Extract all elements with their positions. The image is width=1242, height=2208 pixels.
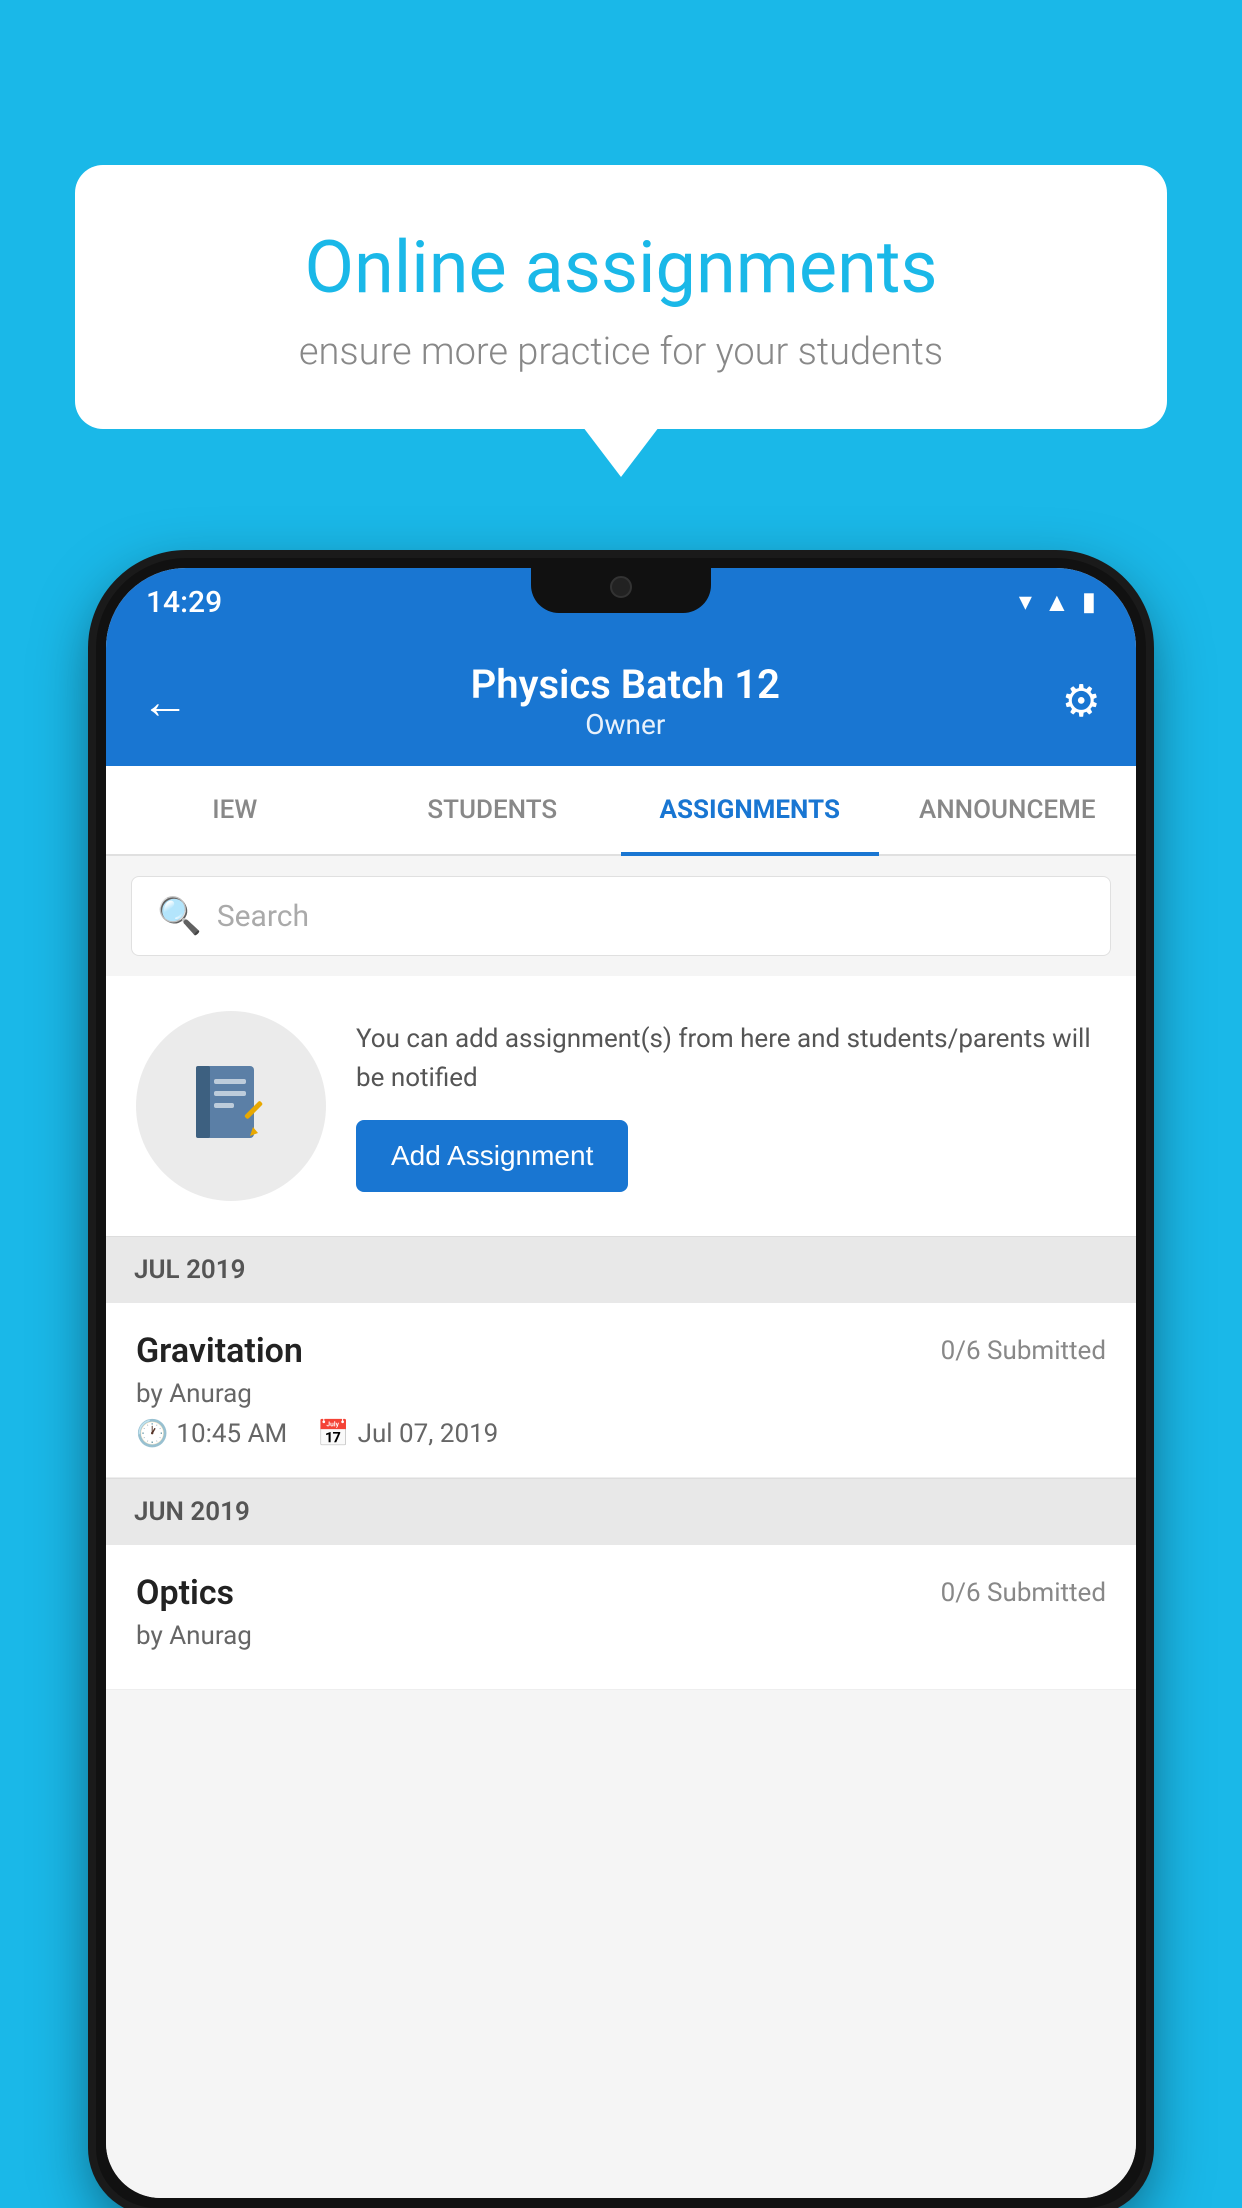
phone-screen: 14:29 ▾ ▲ ▮ ← Physics Batch 12 Owner ⚙ I… — [106, 568, 1136, 2198]
assignment-top-row-optics: Optics 0/6 Submitted — [136, 1573, 1106, 1613]
battery-icon: ▮ — [1082, 587, 1096, 617]
wifi-icon: ▾ — [1019, 587, 1032, 617]
app-bar: ← Physics Batch 12 Owner ⚙ — [106, 636, 1136, 766]
promo-icon-circle — [136, 1011, 326, 1201]
tab-iew[interactable]: IEW — [106, 768, 364, 856]
speech-bubble-subtitle: ensure more practice for your students — [145, 330, 1097, 374]
search-icon: 🔍 — [157, 895, 202, 937]
tab-assignments[interactable]: ASSIGNMENTS — [621, 768, 879, 856]
section-header-jul: JUL 2019 — [106, 1236, 1136, 1303]
assignment-item-optics[interactable]: Optics 0/6 Submitted by Anurag — [106, 1545, 1136, 1690]
promo-text-group: You can add assignment(s) from here and … — [356, 1020, 1106, 1192]
speech-bubble-title: Online assignments — [145, 225, 1097, 310]
camera-icon — [610, 576, 632, 598]
assignment-submitted-optics: 0/6 Submitted — [941, 1578, 1106, 1608]
signal-icon: ▲ — [1044, 587, 1070, 618]
add-assignment-button[interactable]: Add Assignment — [356, 1120, 628, 1192]
tabs-bar: IEW STUDENTS ASSIGNMENTS ANNOUNCEME — [106, 766, 1136, 856]
clock-icon: 🕐 — [136, 1419, 168, 1449]
section-header-jun: JUN 2019 — [106, 1478, 1136, 1545]
assignment-author-optics: by Anurag — [136, 1621, 1106, 1651]
assignment-name: Gravitation — [136, 1331, 303, 1371]
status-time: 14:29 — [146, 585, 222, 620]
promo-description: You can add assignment(s) from here and … — [356, 1020, 1106, 1098]
assignment-time-value: 10:45 AM — [176, 1419, 287, 1449]
notch — [531, 558, 711, 613]
app-bar-subtitle: Owner — [471, 708, 780, 741]
assignment-author: by Anurag — [136, 1379, 1106, 1409]
content-area: 🔍 Search You can ad — [106, 856, 1136, 2198]
assignment-submitted: 0/6 Submitted — [941, 1336, 1106, 1366]
assignment-item-gravitation[interactable]: Gravitation 0/6 Submitted by Anurag 🕐 10… — [106, 1303, 1136, 1478]
status-icons: ▾ ▲ ▮ — [1019, 587, 1096, 618]
search-container[interactable]: 🔍 Search — [131, 876, 1111, 956]
app-bar-title: Physics Batch 12 — [471, 661, 780, 708]
tab-students[interactable]: STUDENTS — [364, 768, 622, 856]
speech-bubble: Online assignments ensure more practice … — [75, 165, 1167, 429]
notebook-icon — [186, 1061, 276, 1151]
phone-frame: 14:29 ▾ ▲ ▮ ← Physics Batch 12 Owner ⚙ I… — [96, 558, 1146, 2208]
app-bar-title-group: Physics Batch 12 Owner — [471, 661, 780, 741]
calendar-icon: 📅 — [317, 1419, 349, 1449]
assignment-name-optics: Optics — [136, 1573, 234, 1613]
promo-card: You can add assignment(s) from here and … — [106, 976, 1136, 1236]
assignment-date: 📅 Jul 07, 2019 — [317, 1419, 498, 1449]
assignment-date-value: Jul 07, 2019 — [358, 1419, 499, 1449]
tab-announcements[interactable]: ANNOUNCEME — [879, 768, 1137, 856]
assignment-top-row: Gravitation 0/6 Submitted — [136, 1331, 1106, 1371]
assignment-meta: 🕐 10:45 AM 📅 Jul 07, 2019 — [136, 1419, 1106, 1449]
search-placeholder: Search — [217, 899, 309, 934]
settings-button[interactable]: ⚙ — [1062, 675, 1101, 727]
back-button[interactable]: ← — [141, 673, 189, 730]
assignment-time: 🕐 10:45 AM — [136, 1419, 287, 1449]
